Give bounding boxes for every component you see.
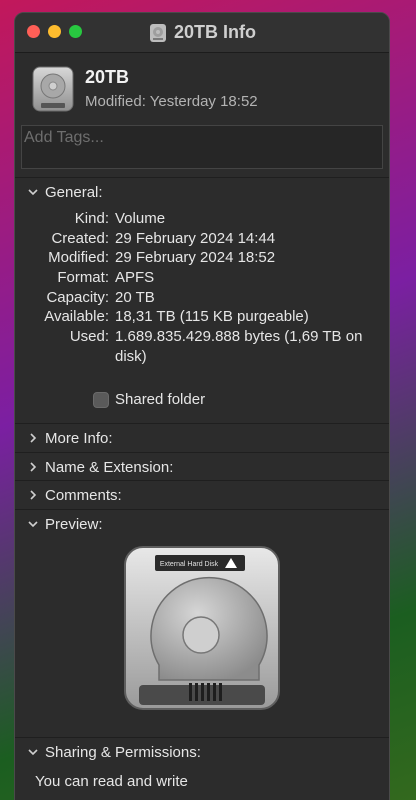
info-value: 18,31 TB (115 KB purgeable) <box>115 308 309 326</box>
title-bar: 20TB Info <box>15 13 389 53</box>
section-title: Sharing & Permissions: <box>45 743 201 761</box>
shared-folder-checkbox[interactable] <box>93 391 109 408</box>
chevron-down-icon <box>28 189 38 196</box>
general-toggle[interactable]: General: <box>15 178 389 206</box>
chevron-down-icon <box>28 749 38 756</box>
section-name-extension: Name & Extension: <box>15 452 389 481</box>
info-window: 20TB Info 20TB Modified: Yesterday 18:52… <box>14 12 390 800</box>
window-title: 20TB Info <box>173 22 256 42</box>
section-title: General: <box>45 183 103 201</box>
window-title-group: 20TB Info <box>15 22 389 43</box>
section-sharing: Sharing & Permissions: <box>15 737 389 766</box>
modified-summary: Modified: Yesterday 18:52 <box>85 93 258 110</box>
section-general: General: <box>15 177 389 206</box>
preview-toggle[interactable]: Preview: <box>15 510 389 538</box>
info-value: Volume <box>115 210 166 227</box>
shared-folder-label: Shared folder <box>115 391 206 408</box>
hard-drive-icon <box>32 66 74 112</box>
info-row-used: Used: 1.689.835.429.888 bytes (1,69 TB o… <box>15 327 389 367</box>
more-info-toggle[interactable]: More Info: <box>15 424 389 452</box>
hard-drive-preview-icon: External Hard Disk <box>124 546 280 710</box>
info-key: Modified: <box>48 249 109 267</box>
shared-folder-option[interactable]: Shared folder <box>93 391 205 408</box>
info-key: Available: <box>44 308 109 326</box>
chevron-down-icon <box>28 521 38 528</box>
info-row-format: Format: APFS <box>15 268 389 288</box>
info-key: Created: <box>51 229 109 247</box>
info-key: Capacity: <box>46 288 109 306</box>
info-value: 29 February 2024 14:44 <box>115 229 276 247</box>
info-row-modified: Modified: 29 February 2024 18:52 <box>15 248 389 268</box>
section-title: Preview: <box>45 515 103 533</box>
hard-drive-icon <box>149 23 166 42</box>
info-value: APFS <box>115 269 155 287</box>
general-info-table: Kind: Volume Created: 29 February 2024 1… <box>15 209 389 367</box>
info-key: Used: <box>69 328 109 346</box>
name-extension-toggle[interactable]: Name & Extension: <box>15 453 389 481</box>
info-value: 1.689.835.429.888 bytes (1,69 TB on disk… <box>115 328 363 366</box>
info-key: Format: <box>57 269 109 287</box>
info-value: 29 February 2024 18:52 <box>115 249 276 267</box>
chevron-right-icon <box>30 462 37 472</box>
info-row-created: Created: 29 February 2024 14:44 <box>15 229 389 249</box>
tags-input[interactable]: Add Tags... <box>21 125 383 169</box>
chevron-right-icon <box>30 433 37 443</box>
info-row-kind: Kind: Volume <box>15 209 389 229</box>
sharing-toggle[interactable]: Sharing & Permissions: <box>15 738 389 766</box>
section-title: More Info: <box>45 429 113 447</box>
info-value: 20 TB <box>115 288 155 306</box>
section-title: Name & Extension: <box>45 458 174 476</box>
comments-toggle[interactable]: Comments: <box>15 481 389 509</box>
drive-label-text: External Hard Disk <box>160 561 219 568</box>
section-more-info: More Info: <box>15 423 389 452</box>
chevron-right-icon <box>30 490 37 500</box>
section-preview: Preview: <box>15 509 389 538</box>
info-row-capacity: Capacity: 20 TB <box>15 288 389 308</box>
permissions-text: You can read and write <box>35 773 188 790</box>
file-header: 20TB Modified: Yesterday 18:52 <box>31 65 381 125</box>
info-key: Kind: <box>74 210 109 227</box>
section-title: Comments: <box>45 486 122 504</box>
info-row-available: Available: 18,31 TB (115 KB purgeable) <box>15 307 389 327</box>
section-comments: Comments: <box>15 480 389 509</box>
file-name: 20TB <box>85 67 130 87</box>
